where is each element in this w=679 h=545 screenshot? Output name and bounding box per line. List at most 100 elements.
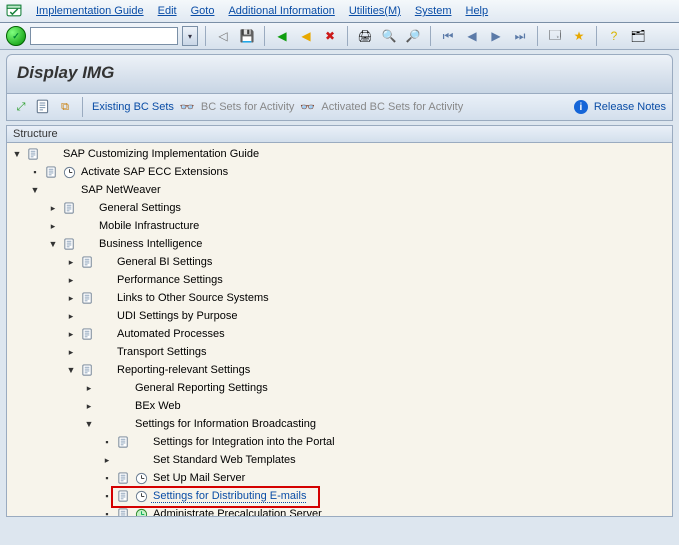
generate-shortcut-icon[interactable]: ★ (569, 26, 589, 46)
tree-node-root[interactable]: ▼ SAP Customizing Implementation Guide (11, 145, 672, 163)
twisty-open-icon[interactable]: ▼ (83, 419, 95, 429)
menu-utilities[interactable]: Utilities(M) (349, 5, 401, 17)
last-page-icon[interactable]: ⏭ (510, 26, 530, 46)
info-icon: i (574, 100, 588, 114)
doc-icon[interactable] (115, 434, 131, 450)
twisty-closed-icon[interactable]: ▸ (47, 221, 59, 232)
twisty-closed-icon[interactable]: ▸ (83, 401, 95, 412)
where-used-icon[interactable]: ⧉ (57, 99, 73, 115)
back-green-icon[interactable]: ◀ (272, 26, 292, 46)
tree-label: Set Standard Web Templates (151, 454, 296, 466)
tree-node[interactable]: ▸ Mobile Infrastructure (11, 217, 672, 235)
tree-node[interactable]: ▪ Set Up Mail Server (11, 469, 672, 487)
twisty-closed-icon[interactable]: ▸ (47, 203, 59, 214)
twisty-closed-icon[interactable]: ▸ (101, 455, 113, 466)
application-toolbar: ⤢ ⧉ Existing BC Sets 👓 BC Sets for Activ… (6, 94, 673, 121)
twisty-open-icon[interactable]: ▼ (11, 149, 23, 159)
twisty-open-icon[interactable]: ▼ (47, 239, 59, 249)
exit-icon[interactable]: ◀ (296, 26, 316, 46)
doc-icon[interactable] (115, 470, 131, 486)
menu-edit[interactable]: Edit (158, 5, 177, 17)
tree-label: General Reporting Settings (133, 382, 268, 394)
find-next-icon[interactable]: 🔎 (403, 26, 423, 46)
tree-node[interactable]: ▸ BEx Web (11, 397, 672, 415)
tree-node-selected[interactable]: ▪ Settings for Distributing E-mails (11, 487, 672, 505)
help-icon[interactable]: ? (604, 26, 624, 46)
tree-node[interactable]: ▸ Links to Other Source Systems (11, 289, 672, 307)
tree-node[interactable]: ▸ General BI Settings (11, 253, 672, 271)
menu-goto[interactable]: Goto (191, 5, 215, 17)
activity-icon[interactable] (133, 470, 149, 486)
twisty-closed-icon[interactable]: ▸ (65, 293, 77, 304)
tree-label: Performance Settings (115, 274, 223, 286)
tree-label: SAP Customizing Implementation Guide (61, 148, 259, 160)
twisty-closed-icon[interactable]: ▪ (29, 167, 41, 177)
tree-node[interactable]: ▸ UDI Settings by Purpose (11, 307, 672, 325)
find-icon[interactable]: 🔍 (379, 26, 399, 46)
doc-icon[interactable] (115, 488, 131, 504)
twisty-closed-icon[interactable]: ▸ (65, 347, 77, 358)
menu-system[interactable]: System (415, 5, 452, 17)
activity-icon[interactable] (61, 164, 77, 180)
create-session-icon[interactable]: 🗔 (545, 26, 565, 46)
twisty-leaf-icon: ▪ (101, 491, 113, 501)
back-icon[interactable]: ◁ (213, 26, 233, 46)
tree-node[interactable]: ▸ Performance Settings (11, 271, 672, 289)
doc-icon[interactable] (25, 146, 41, 162)
next-page-icon[interactable]: ▶ (486, 26, 506, 46)
tree-label: Automated Processes (115, 328, 225, 340)
doc-icon[interactable] (79, 326, 95, 342)
doc-nav-icon[interactable] (35, 99, 51, 115)
structure-header: Structure (7, 126, 672, 143)
twisty-closed-icon[interactable]: ▸ (83, 383, 95, 394)
bc-sets-for-activity-link[interactable]: BC Sets for Activity (201, 101, 295, 113)
expand-subtree-icon[interactable]: ⤢ (13, 99, 29, 115)
print-icon[interactable]: 🖨 (355, 26, 375, 46)
save-icon[interactable]: 💾 (237, 26, 257, 46)
doc-icon[interactable] (115, 506, 131, 517)
twisty-open-icon[interactable]: ▼ (65, 365, 77, 375)
tree-node[interactable]: ▪ Activate SAP ECC Extensions (11, 163, 672, 181)
tree-node[interactable]: ▸ Set Standard Web Templates (11, 451, 672, 469)
tree-label: Administrate Precalculation Server (151, 508, 322, 517)
tree-node[interactable]: ▼ Settings for Information Broadcasting (11, 415, 672, 433)
ok-button[interactable] (6, 26, 26, 46)
doc-icon[interactable] (79, 290, 95, 306)
tree-node[interactable]: ▼ Business Intelligence (11, 235, 672, 253)
menu-implementation-guide[interactable]: Implementation Guide (36, 5, 144, 17)
tree-node[interactable]: ▼ SAP NetWeaver (11, 181, 672, 199)
activated-bc-sets-link[interactable]: Activated BC Sets for Activity (321, 101, 463, 113)
tree-node[interactable]: ▸ General Reporting Settings (11, 379, 672, 397)
structure-panel: Structure ▼ SAP Customizing Implementati… (6, 125, 673, 517)
command-field[interactable] (30, 27, 178, 45)
doc-icon[interactable] (79, 362, 95, 378)
prev-page-icon[interactable]: ◀ (462, 26, 482, 46)
tree-label: Business Intelligence (97, 238, 202, 250)
doc-icon[interactable] (61, 236, 77, 252)
twisty-closed-icon[interactable]: ▸ (65, 257, 77, 268)
first-page-icon[interactable]: ⏮ (438, 26, 458, 46)
command-history-dropdown[interactable]: ▾ (182, 26, 198, 46)
activity-green-icon[interactable] (133, 506, 149, 517)
twisty-closed-icon[interactable]: ▸ (65, 311, 77, 322)
menu-additional-information[interactable]: Additional Information (228, 5, 334, 17)
doc-icon[interactable] (61, 200, 77, 216)
doc-icon[interactable] (43, 164, 59, 180)
twisty-closed-icon[interactable]: ▸ (65, 329, 77, 340)
tree-node[interactable]: ▸ General Settings (11, 199, 672, 217)
release-notes-link[interactable]: Release Notes (594, 101, 666, 113)
title-bar: Display IMG (6, 54, 673, 94)
doc-icon[interactable] (79, 254, 95, 270)
tree-node[interactable]: ▸ Transport Settings (11, 343, 672, 361)
activity-icon[interactable] (133, 488, 149, 504)
tree-node[interactable]: ▸ Automated Processes (11, 325, 672, 343)
twisty-closed-icon[interactable]: ▸ (65, 275, 77, 286)
tree-node[interactable]: ▪ Administrate Precalculation Server (11, 505, 672, 517)
tree-node[interactable]: ▪ Settings for Integration into the Port… (11, 433, 672, 451)
layout-menu-icon[interactable]: 🗂 (628, 26, 648, 46)
menu-help[interactable]: Help (466, 5, 489, 17)
existing-bc-sets-link[interactable]: Existing BC Sets (92, 101, 174, 113)
tree-node[interactable]: ▼ Reporting-relevant Settings (11, 361, 672, 379)
cancel-icon[interactable]: ✖ (320, 26, 340, 46)
twisty-open-icon[interactable]: ▼ (29, 185, 41, 195)
